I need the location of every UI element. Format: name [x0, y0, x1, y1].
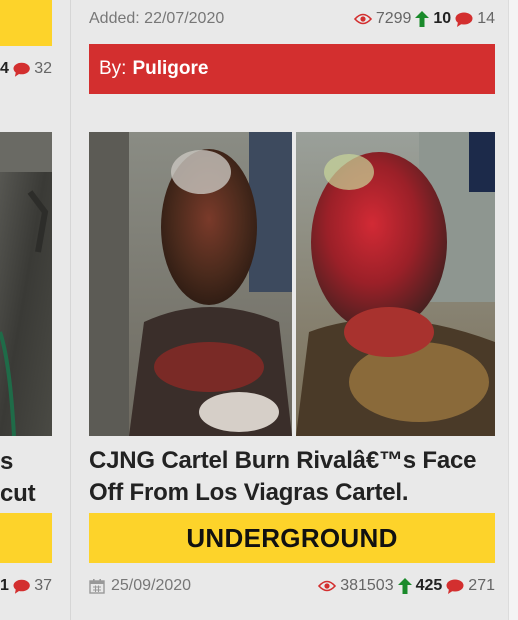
left-upvote-count-top: 4 [0, 60, 9, 77]
comment-count: 14 [477, 10, 495, 27]
added-label: Added: [89, 10, 140, 27]
left-upvote-count-bottom: 1 [0, 577, 9, 594]
upvote-count: 10 [433, 10, 452, 27]
arrow-up-icon[interactable] [397, 578, 412, 594]
video-card: Added: 22/07/2020 7299 10 14 By: Puligor… [89, 0, 495, 620]
comment-count: 271 [468, 577, 495, 594]
thumbnail-image [89, 132, 495, 436]
category-bar[interactable]: UNDERGROUND [89, 513, 495, 563]
left-stats-top: 4 32 [0, 60, 52, 78]
scrollbar[interactable] [508, 0, 518, 620]
left-stats-bottom: 1 37 [0, 577, 52, 595]
left-thumbnail[interactable] [0, 132, 52, 436]
prev-card-stats: 7299 10 14 [353, 10, 495, 28]
comment-icon[interactable] [455, 12, 473, 27]
upvote-count: 425 [415, 577, 443, 594]
left-comment-count-bottom: 37 [34, 577, 52, 594]
card-stats: 381503 425 271 [318, 577, 495, 595]
view-count: 7299 [375, 10, 412, 27]
post-date-value: 25/09/2020 [111, 577, 192, 594]
left-category-bar-top[interactable] [0, 0, 52, 46]
card-meta: 25/09/2020 381503 425 271 [89, 575, 495, 597]
comment-icon [13, 579, 30, 594]
video-title[interactable]: CJNG Cartel Burn Rivalâ€™s Face Off From… [89, 445, 495, 509]
arrow-up-icon[interactable] [415, 11, 430, 27]
post-date: 25/09/2020 [89, 577, 191, 595]
eye-icon [353, 13, 372, 25]
prev-card-meta: Added: 22/07/2020 7299 10 14 [89, 8, 495, 30]
column-divider [70, 0, 71, 620]
video-thumbnail[interactable] [89, 132, 495, 436]
added-date: Added: 22/07/2020 [89, 10, 224, 28]
left-comment-count-top: 32 [34, 60, 52, 77]
comment-icon [13, 62, 30, 77]
added-date-value: 22/07/2020 [144, 10, 225, 27]
view-count: 381503 [340, 577, 394, 594]
left-title-fragment[interactable]: s cut [0, 446, 52, 510]
calendar-icon [89, 579, 105, 594]
comment-icon[interactable] [446, 579, 464, 594]
author-name[interactable]: Puligore [132, 58, 208, 80]
left-card-partial: 4 32 s cut 1 37 [0, 0, 52, 620]
author-prefix: By: [99, 58, 127, 79]
eye-icon [318, 580, 337, 592]
author-bar[interactable]: By: Puligore [89, 44, 495, 94]
left-category-bar-bottom[interactable] [0, 513, 52, 563]
